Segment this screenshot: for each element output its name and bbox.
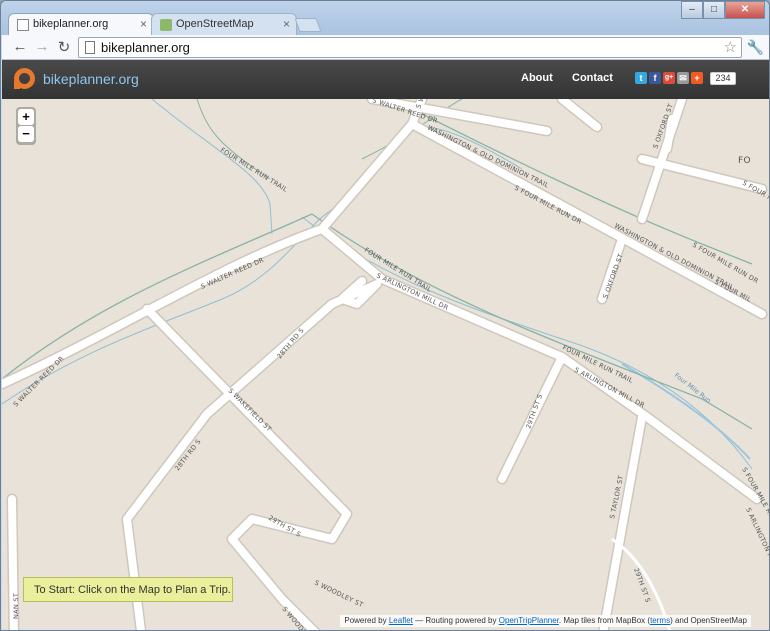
bookmark-star-icon[interactable]: ☆ <box>724 38 737 56</box>
close-tab-icon[interactable]: × <box>140 17 147 31</box>
page-icon <box>17 19 29 31</box>
browser-toolbar: ← → ↻ bikeplanner.org ☆ 🔧 <box>2 35 769 60</box>
street-label: S ARLINGTON MILL DR <box>744 506 770 581</box>
tab-openstreetmap[interactable]: OpenStreetMap × <box>151 13 297 35</box>
leaflet-link[interactable]: Leaflet <box>389 616 413 625</box>
attrib-text: Powered by <box>344 616 387 625</box>
street-label: FO <box>738 156 751 166</box>
share-count-badge: 234 <box>710 72 736 85</box>
attrib-text: — Routing powered by <box>415 616 497 625</box>
window-controls: – □ ✕ <box>681 1 765 19</box>
terms-link[interactable]: terms <box>650 616 670 625</box>
tab-title: bikeplanner.org <box>33 18 109 30</box>
logo-icon[interactable] <box>14 68 35 89</box>
street-label: NAN ST <box>12 593 20 619</box>
twitter-icon[interactable]: t <box>635 72 647 84</box>
address-bar[interactable]: bikeplanner.org ☆ <box>78 37 742 58</box>
osm-icon <box>160 19 172 31</box>
site-brand[interactable]: bikeplanner.org <box>43 71 139 87</box>
forward-icon[interactable]: → <box>32 38 52 55</box>
trail-line <box>196 99 271 180</box>
four-mile-run-trail <box>311 213 753 430</box>
map-attribution: Powered by Leaflet — Routing powered by … <box>340 615 751 627</box>
title-bar: bikeplanner.org × OpenStreetMap × – □ ✕ <box>1 1 769 35</box>
roads <box>2 99 766 630</box>
site-header: bikeplanner.org About Contact t f g+ ✉ +… <box>2 60 769 99</box>
browser-window: bikeplanner.org × OpenStreetMap × – □ ✕ … <box>0 0 770 631</box>
nav-about[interactable]: About <box>521 72 553 84</box>
trail-label: FOUR MILE RUN TRAIL <box>219 146 289 194</box>
four-mile-run-trail <box>2 213 313 380</box>
street-label: S FOUR MILE RUN DR <box>513 184 583 226</box>
maximize-button[interactable]: □ <box>703 1 725 19</box>
close-tab-icon[interactable]: × <box>283 17 290 31</box>
google-plus-icon[interactable]: g+ <box>663 72 675 84</box>
wrench-icon[interactable]: 🔧 <box>747 39 764 56</box>
zoom-out-button[interactable]: − <box>18 126 34 142</box>
minimize-button[interactable]: – <box>681 1 703 19</box>
start-hint: To Start: Click on the Map to Plan a Tri… <box>23 577 233 602</box>
attrib-text: . Map tiles from MapBox ( <box>558 616 651 625</box>
map-view[interactable]: S WALTER REED DR S WALTE S WALTER REED D… <box>2 99 770 630</box>
wod-trail <box>411 108 753 265</box>
tab-bikeplanner[interactable]: bikeplanner.org × <box>8 13 154 35</box>
map-tiles: S WALTER REED DR S WALTE S WALTER REED D… <box>2 99 770 630</box>
street-label: 29TH ST S <box>632 567 652 604</box>
opentripplanner-link[interactable]: OpenTripPlanner <box>499 616 559 625</box>
reload-icon[interactable]: ↻ <box>54 38 74 56</box>
zoom-control: + − <box>16 107 36 145</box>
url-text: bikeplanner.org <box>101 40 190 55</box>
street-label: S WOODLEY ST <box>313 579 364 610</box>
close-window-button[interactable]: ✕ <box>725 1 765 19</box>
new-tab-button[interactable] <box>294 18 322 32</box>
tab-title: OpenStreetMap <box>176 18 254 30</box>
zoom-in-button[interactable]: + <box>18 109 34 125</box>
street-label: S WAKEFIELD ST <box>227 387 274 434</box>
page-icon <box>85 41 95 54</box>
attrib-text: ) and OpenStreetMap <box>670 616 747 625</box>
nav-contact[interactable]: Contact <box>572 72 613 84</box>
email-icon[interactable]: ✉ <box>677 72 689 84</box>
road-casing <box>2 99 768 630</box>
addthis-plus-icon[interactable]: + <box>691 72 703 84</box>
facebook-icon[interactable]: f <box>649 72 661 84</box>
back-icon[interactable]: ← <box>10 38 30 55</box>
